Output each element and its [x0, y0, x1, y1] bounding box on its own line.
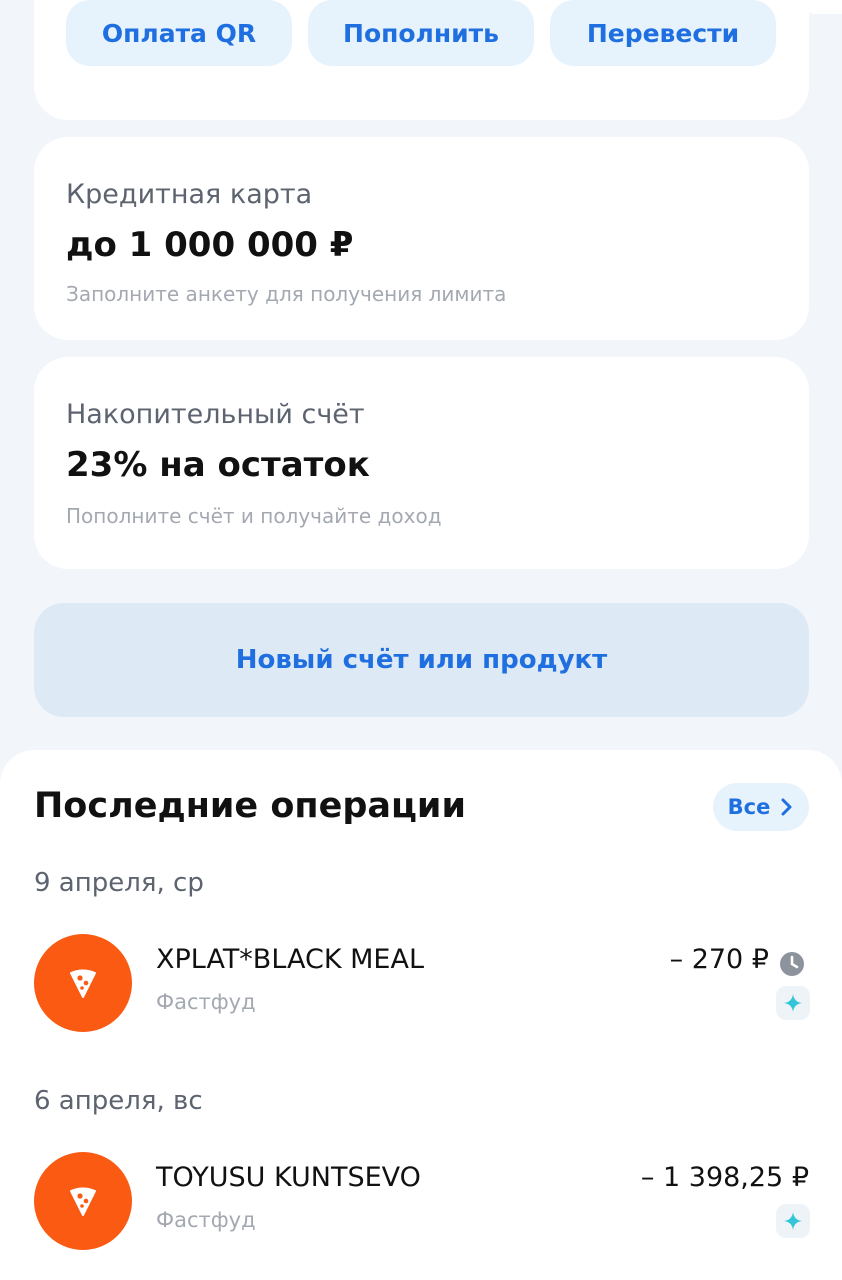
- savings-hint: Пополните счёт и получайте доход: [66, 504, 442, 528]
- savings-rate: 23% на остаток: [66, 445, 370, 485]
- savings-title: Накопительный счёт: [66, 399, 365, 430]
- savings-account-offer[interactable]: Накопительный счёт 23% на остаток Пополн…: [34, 357, 809, 569]
- clock-icon: [780, 952, 804, 976]
- chevron-right-icon: [781, 798, 792, 816]
- adjacent-card-edge: [802, 0, 842, 14]
- operation-merchant: TOYUSU KUNTSEVO: [156, 1162, 421, 1193]
- recent-operations: Последние операции Все 9 апреля, ср XPLA…: [0, 750, 842, 1280]
- account-card: Оплата QR Пополнить Перевести: [34, 0, 809, 120]
- operation-category: Фастфуд: [156, 990, 256, 1014]
- credit-card-hint: Заполните анкету для получения лимита: [66, 282, 507, 306]
- transfer-button[interactable]: Перевести: [550, 0, 776, 66]
- sparkle-icon: [776, 1204, 810, 1238]
- credit-card-offer[interactable]: Кредитная карта до 1 000 000 ₽ Заполните…: [34, 137, 809, 340]
- date-header: 9 апреля, ср: [34, 868, 204, 898]
- section-title: Последние операции: [34, 786, 466, 826]
- date-header: 6 апреля, вс: [34, 1086, 203, 1116]
- pizza-icon: [34, 934, 132, 1032]
- all-operations-label: Все: [727, 795, 771, 819]
- pizza-icon: [34, 1152, 132, 1250]
- operation-amount: – 1 398,25 ₽: [640, 1162, 809, 1193]
- operation-merchant: XPLAT*BLACK MEAL: [156, 944, 424, 975]
- operation-category: Фастфуд: [156, 1208, 256, 1232]
- top-up-button[interactable]: Пополнить: [308, 0, 534, 66]
- pay-qr-button[interactable]: Оплата QR: [66, 0, 292, 66]
- app-screen: Оплата QR Пополнить Перевести Кредитная …: [0, 0, 842, 1280]
- sparkle-icon: [776, 986, 810, 1020]
- credit-card-title: Кредитная карта: [66, 179, 313, 210]
- operation-amount: – 270 ₽: [669, 944, 769, 975]
- operation-row[interactable]: XPLAT*BLACK MEAL Фастфуд – 270 ₽: [34, 934, 810, 1034]
- credit-card-limit: до 1 000 000 ₽: [66, 225, 354, 265]
- operation-row[interactable]: TOYUSU KUNTSEVO Фастфуд – 1 398,25 ₽: [34, 1152, 810, 1252]
- new-product-button[interactable]: Новый счёт или продукт: [34, 603, 809, 717]
- all-operations-button[interactable]: Все: [713, 783, 809, 831]
